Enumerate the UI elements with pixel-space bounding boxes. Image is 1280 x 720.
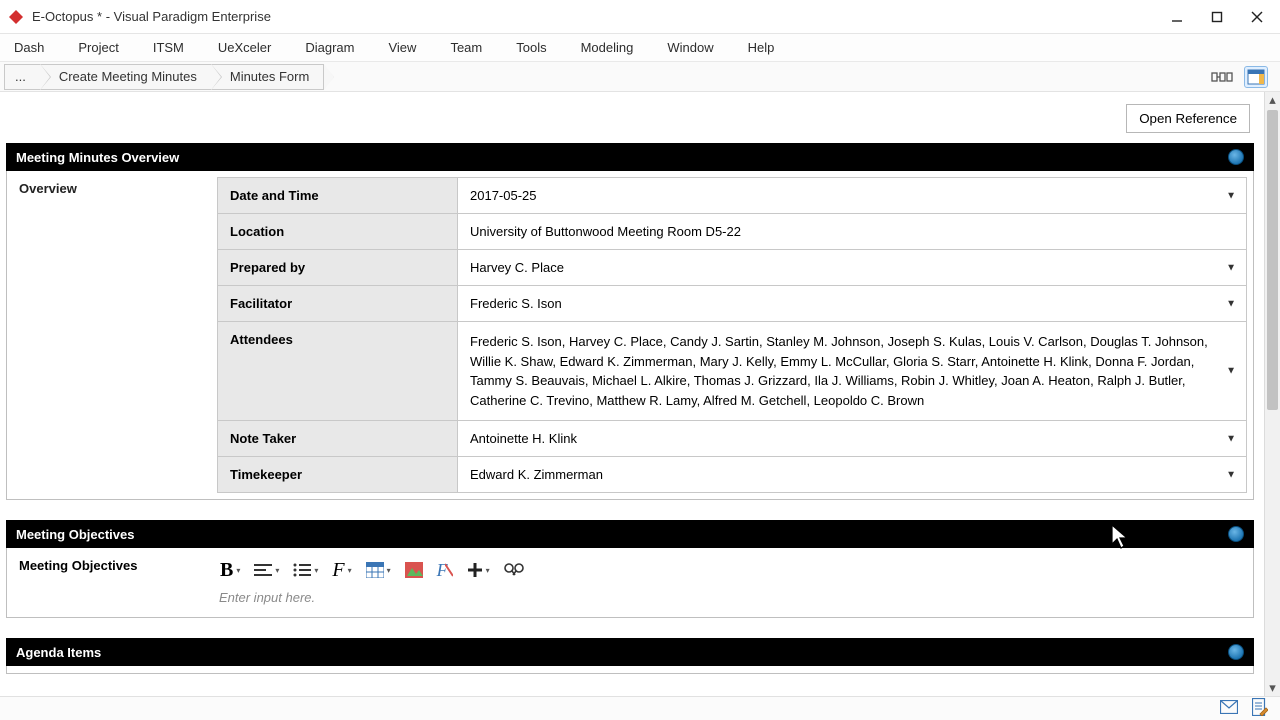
layout-icon[interactable] — [1210, 66, 1234, 88]
statusbar — [0, 696, 1280, 720]
section-header-overview: Meeting Minutes Overview — [6, 143, 1254, 171]
scroll-canvas[interactable]: Open Reference Meeting Minutes Overview … — [0, 92, 1264, 696]
menu-uexceler[interactable]: UeXceler — [218, 40, 271, 55]
edit-note-icon[interactable] — [1252, 698, 1268, 719]
value-attendees[interactable]: Frederic S. Ison, Harvey C. Place, Candy… — [458, 322, 1247, 421]
scroll-up-icon[interactable]: ▴ — [1265, 92, 1280, 108]
overview-side-label: Overview — [7, 171, 217, 499]
menu-view[interactable]: View — [388, 40, 416, 55]
section-help-icon[interactable] — [1228, 149, 1244, 165]
app-logo-icon — [8, 9, 24, 25]
label-facilitator: Facilitator — [218, 286, 458, 322]
menu-tools[interactable]: Tools — [516, 40, 546, 55]
section-help-icon[interactable] — [1228, 526, 1244, 542]
chevron-down-icon[interactable]: ▼ — [1226, 190, 1236, 201]
image-button[interactable] — [402, 558, 426, 582]
label-location: Location — [218, 214, 458, 250]
window-title: E-Octopus * - Visual Paradigm Enterprise — [32, 9, 1168, 24]
scroll-thumb[interactable] — [1267, 110, 1278, 410]
window-controls — [1168, 8, 1272, 26]
menu-itsm[interactable]: ITSM — [153, 40, 184, 55]
label-notetaker: Note Taker — [218, 421, 458, 457]
menu-help[interactable]: Help — [748, 40, 775, 55]
panel-toggle-icon[interactable] — [1244, 66, 1268, 88]
menubar: Dash Project ITSM UeXceler Diagram View … — [0, 34, 1280, 62]
menu-team[interactable]: Team — [450, 40, 482, 55]
find-button[interactable] — [501, 558, 527, 582]
mail-icon[interactable] — [1220, 700, 1238, 717]
breadcrumb: ... Create Meeting Minutes Minutes Form — [4, 62, 324, 91]
value-timekeeper[interactable]: Edward K. Zimmerman ▼ — [458, 457, 1247, 493]
section-title-agenda: Agenda Items — [16, 645, 101, 660]
value-prepared[interactable]: Harvey C. Place ▼ — [458, 250, 1247, 286]
menu-diagram[interactable]: Diagram — [305, 40, 354, 55]
overview-table: Date and Time 2017-05-25 ▼ Location Univ… — [217, 177, 1247, 493]
close-button[interactable] — [1248, 8, 1266, 26]
align-button[interactable]: ▾ — [251, 558, 282, 582]
value-notetaker[interactable]: Antoinette H. Klink ▼ — [458, 421, 1247, 457]
vertical-scrollbar[interactable]: ▴ ▾ — [1264, 92, 1280, 696]
menu-modeling[interactable]: Modeling — [581, 40, 634, 55]
value-location[interactable]: University of Buttonwood Meeting Room D5… — [458, 214, 1247, 250]
minimize-button[interactable] — [1168, 8, 1186, 26]
table-button[interactable]: ▾ — [363, 558, 394, 582]
menu-window[interactable]: Window — [667, 40, 713, 55]
bold-button[interactable]: B▾ — [217, 558, 243, 582]
scroll-down-icon[interactable]: ▾ — [1265, 680, 1280, 696]
breadcrumb-create[interactable]: Create Meeting Minutes — [40, 64, 211, 90]
open-reference-button[interactable]: Open Reference — [1126, 104, 1250, 133]
breadcrumb-root[interactable]: ... — [4, 64, 40, 90]
section-title-overview: Meeting Minutes Overview — [16, 150, 179, 165]
font-button[interactable]: F▾ — [329, 558, 354, 582]
label-date: Date and Time — [218, 178, 458, 214]
label-attendees: Attendees — [218, 322, 458, 421]
section-header-objectives: Meeting Objectives — [6, 520, 1254, 548]
section-header-agenda: Agenda Items — [6, 638, 1254, 666]
chevron-down-icon[interactable]: ▼ — [1226, 433, 1236, 444]
label-prepared: Prepared by — [218, 250, 458, 286]
objectives-side-label: Meeting Objectives — [7, 548, 217, 617]
rich-text-toolbar: B▾ ▾ ▾ F▾ ▾ F ▾ — [217, 554, 1245, 590]
clear-format-button[interactable]: F — [434, 558, 456, 582]
breadcrumb-form[interactable]: Minutes Form — [211, 64, 324, 90]
section-body-objectives: Meeting Objectives B▾ ▾ ▾ F▾ ▾ F ▾ Enter… — [6, 548, 1254, 618]
list-button[interactable]: ▾ — [290, 558, 321, 582]
value-date[interactable]: 2017-05-25 ▼ — [458, 178, 1247, 214]
chevron-down-icon[interactable]: ▼ — [1226, 364, 1236, 379]
section-body-agenda — [6, 666, 1254, 674]
section-help-icon[interactable] — [1228, 644, 1244, 660]
maximize-button[interactable] — [1208, 8, 1226, 26]
chevron-down-icon[interactable]: ▼ — [1226, 262, 1236, 273]
titlebar: E-Octopus * - Visual Paradigm Enterprise — [0, 0, 1280, 34]
objectives-editor[interactable]: Enter input here. — [217, 590, 1245, 605]
section-title-objectives: Meeting Objectives — [16, 527, 134, 542]
insert-button[interactable]: ▾ — [464, 558, 493, 582]
breadcrumb-row: ... Create Meeting Minutes Minutes Form — [0, 62, 1280, 92]
chevron-down-icon[interactable]: ▼ — [1226, 298, 1236, 309]
content-area: Open Reference Meeting Minutes Overview … — [0, 92, 1280, 696]
menu-dash[interactable]: Dash — [14, 40, 44, 55]
value-facilitator[interactable]: Frederic S. Ison ▼ — [458, 286, 1247, 322]
chevron-down-icon[interactable]: ▼ — [1226, 469, 1236, 480]
menu-project[interactable]: Project — [78, 40, 118, 55]
label-timekeeper: Timekeeper — [218, 457, 458, 493]
section-body-overview: Overview Date and Time 2017-05-25 ▼ Loca… — [6, 171, 1254, 500]
toolbar-icons — [1210, 66, 1274, 88]
